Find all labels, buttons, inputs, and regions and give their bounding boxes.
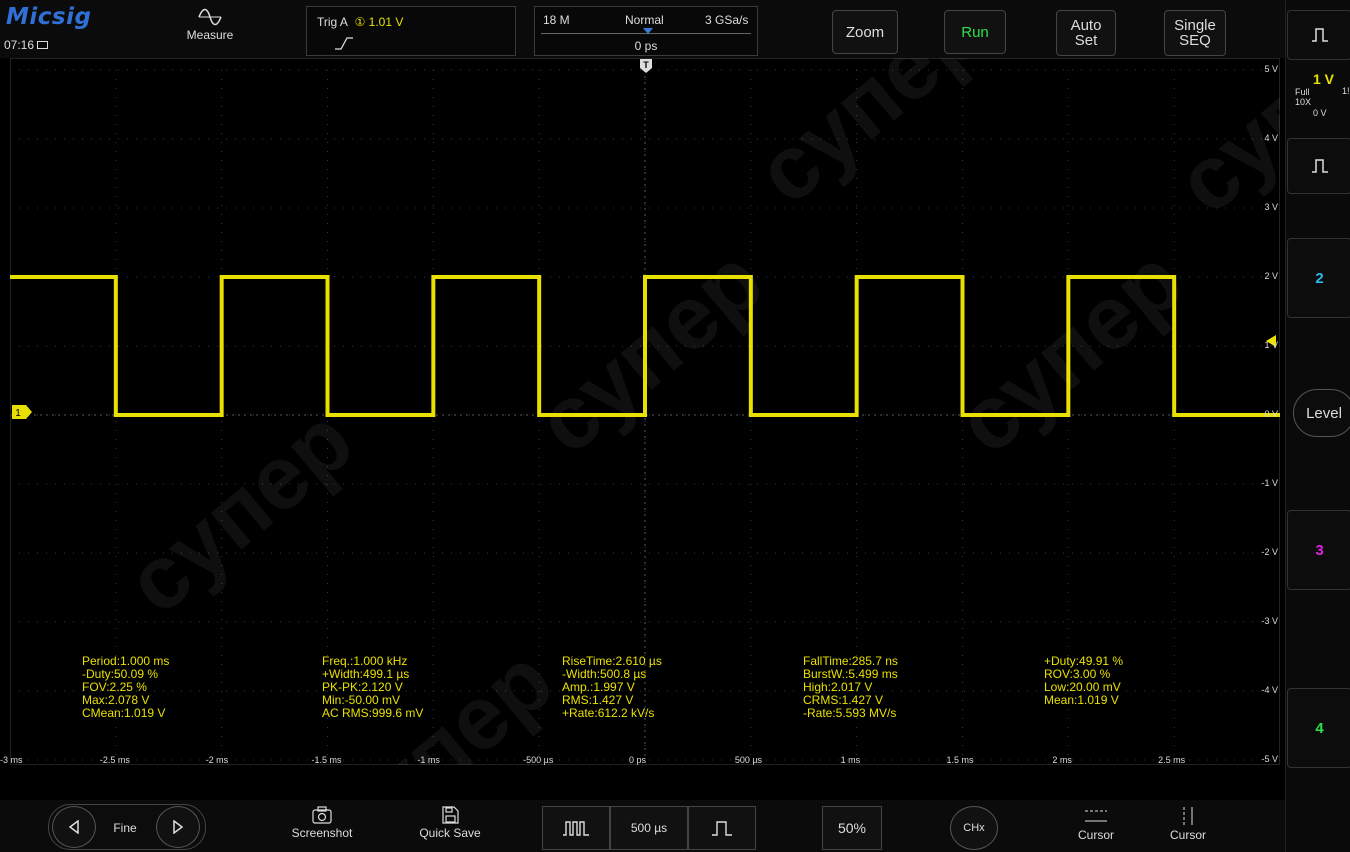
watermark-text: супер (1159, 58, 1280, 233)
pulse-icon (712, 821, 732, 836)
horizontal-position: 0 ps (634, 39, 658, 53)
x-tick-label: -1 ms (417, 755, 440, 765)
x-tick-label: 0 ps (629, 755, 647, 765)
zoom-button[interactable]: Zoom (832, 10, 898, 54)
single-seq-button[interactable]: Single SEQ (1164, 10, 1226, 56)
acquisition-panel[interactable]: 18 M Normal 3 GSa/s 0 ps (534, 6, 758, 56)
ch1-waveform-button[interactable] (1287, 138, 1350, 194)
watermark-text: супер (109, 390, 372, 633)
pulse-icon (1311, 28, 1328, 42)
measurement-column: Period:1.000 ms -Duty:50.09 % FOV:2.25 % Ma… (82, 655, 169, 720)
quick-save-button[interactable]: Quick Save (410, 806, 490, 840)
y-tick-label: 2 V (1264, 271, 1278, 281)
measure-label: Measure (186, 28, 234, 42)
fine-toggle[interactable]: Fine (100, 821, 150, 835)
pulse-train-icon (563, 821, 589, 836)
measurement-value: Mean:1.019 V (1044, 693, 1119, 707)
horizontal-cursor-button[interactable]: Cursor (1068, 806, 1124, 842)
memory-depth: 18 M (543, 13, 570, 27)
ch1-settings[interactable]: 1 V Full 10X 0 V 1! (1289, 68, 1350, 128)
measurement-value: -Rate:5.593 MV/s (803, 706, 897, 720)
screenshot-button[interactable]: Screenshot (284, 806, 360, 840)
ch1-ground-marker[interactable]: 1 (12, 405, 32, 419)
y-tick-label: -3 V (1261, 616, 1278, 626)
ch4-button[interactable]: 4 (1287, 688, 1350, 768)
screen-icon (37, 41, 49, 49)
position-marker-icon (643, 28, 653, 34)
svg-text:1: 1 (15, 408, 21, 419)
measurement-column: +Duty:49.91 % ROV:3.00 % Low:20.00 mV Mean:… (1044, 655, 1123, 707)
x-tick-label: -2 ms (205, 755, 229, 765)
chx-button[interactable]: CHx (950, 806, 998, 850)
measurement-value: CMean:1.019 V (82, 706, 166, 720)
camera-icon (312, 806, 332, 824)
x-tick-label: 500 µs (734, 755, 763, 765)
ch1-pulse-button[interactable] (1287, 10, 1350, 60)
horizontal-cursor-icon (1085, 810, 1107, 822)
rising-edge-icon (335, 37, 353, 50)
y-tick-label: -1 V (1261, 478, 1278, 488)
x-tick-label: -500 µs (523, 755, 554, 765)
x-tick-label: 1 ms (840, 755, 861, 765)
y-tick-label: 4 V (1264, 133, 1278, 143)
x-tick-label: 2 ms (1052, 755, 1072, 765)
pulse-icon (1311, 159, 1328, 173)
clock: 07:16 (4, 38, 49, 52)
right-arrow-icon (173, 820, 184, 834)
measurement-value: +Rate:612.2 kV/s (562, 706, 655, 720)
x-tick-label: -1.5 ms (311, 755, 342, 765)
single-pulse-button[interactable] (688, 806, 756, 850)
x-tick-label: 1.5 ms (946, 755, 974, 765)
save-icon (442, 806, 459, 824)
measurement-column: RiseTime:2.610 µs -Width:500.8 µs Amp.:1.9… (562, 655, 662, 720)
vertical-cursor-button[interactable]: Cursor (1160, 806, 1216, 842)
brand-logo: Micsig (6, 4, 92, 30)
measure-button[interactable]: Measure (172, 8, 248, 42)
trigger-panel[interactable]: Trig A ① 1.01 V (306, 6, 516, 56)
y-tick-label: 0 V (1264, 409, 1278, 419)
next-button[interactable] (156, 806, 200, 848)
sine-wave-icon (198, 8, 222, 26)
run-button[interactable]: Run (944, 10, 1006, 54)
autoset-button[interactable]: Auto Set (1056, 10, 1116, 56)
timebase-display[interactable]: 500 µs (610, 806, 688, 850)
percent-button[interactable]: 50% (822, 806, 882, 850)
x-tick-label: 2.5 ms (1158, 755, 1186, 765)
svg-text:T: T (643, 60, 649, 70)
measurement-column: FallTime:285.7 ns BurstW.:5.499 ms High:2.… (803, 655, 898, 720)
left-arrow-icon (68, 820, 79, 834)
watermark-text: супер (739, 58, 1002, 223)
x-tick-label: -3 ms (0, 755, 23, 765)
trigger-position-icon[interactable]: T (639, 58, 653, 74)
top-bar: Micsig 07:16 Measure Trig A ① 1.01 V 18 … (0, 0, 1285, 58)
measurement-value: AC RMS:999.6 mV (322, 706, 424, 720)
y-tick-label: 5 V (1264, 64, 1278, 74)
x-tick-label: -2.5 ms (99, 755, 130, 765)
ch3-button[interactable]: 3 (1287, 510, 1350, 590)
y-tick-label: -5 V (1261, 754, 1278, 764)
previous-button[interactable] (52, 806, 96, 848)
trigger-info: Trig A ① 1.01 V (317, 15, 404, 29)
vertical-cursor-icon (1183, 807, 1193, 825)
sample-rate: 3 GSa/s (705, 13, 749, 27)
measurement-column: Freq.:1.000 kHz +Width:499.1 µs PK-PK:2.12… (322, 655, 423, 720)
watermark-text: супер (519, 230, 782, 473)
ch2-button[interactable]: 2 (1287, 238, 1350, 318)
y-tick-label: -2 V (1261, 547, 1278, 557)
y-tick-label: -4 V (1261, 685, 1278, 695)
y-tick-label: 3 V (1264, 202, 1278, 212)
level-button[interactable]: Level (1293, 389, 1350, 437)
acquisition-mode: Normal (625, 13, 664, 27)
pulse-train-button[interactable] (542, 806, 610, 850)
y-tick-label: 1 V (1264, 340, 1278, 350)
